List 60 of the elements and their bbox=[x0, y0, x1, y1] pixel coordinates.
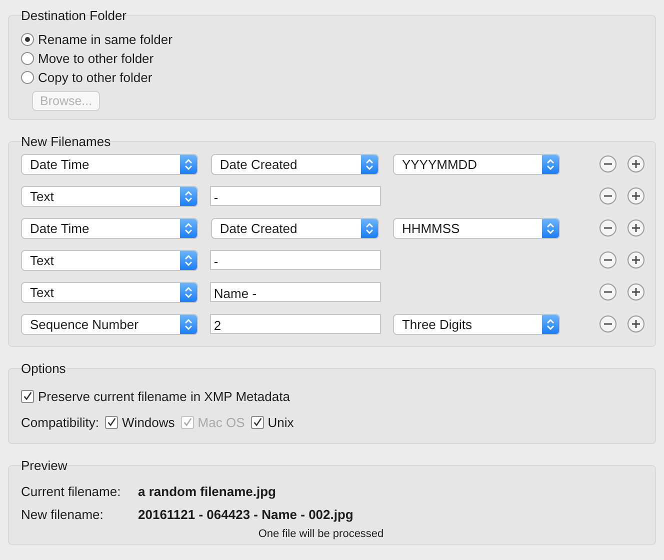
popup-menu[interactable]: Three Digits bbox=[392, 314, 560, 334]
chevron-icon bbox=[364, 222, 374, 234]
popup-menu[interactable]: Text bbox=[21, 186, 198, 206]
chevron-icon bbox=[184, 222, 193, 234]
remove-button[interactable] bbox=[599, 315, 617, 333]
group-title: New Filenames bbox=[20, 134, 112, 150]
checkbox-label[interactable]: Preserve current filename in XMP Metadata bbox=[38, 388, 290, 404]
popup-menu[interactable]: Text bbox=[21, 282, 198, 302]
add-button[interactable] bbox=[627, 187, 645, 205]
text-field[interactable]: 2 bbox=[210, 314, 381, 334]
popup-menu[interactable]: Date Created bbox=[210, 218, 379, 238]
text-field[interactable]: - bbox=[210, 186, 381, 206]
chevron-icon bbox=[184, 190, 193, 202]
popup-menu[interactable]: YYYYMMDD bbox=[392, 154, 560, 174]
chevron-icon bbox=[184, 318, 193, 330]
checkbox[interactable] bbox=[21, 390, 34, 402]
remove-button[interactable] bbox=[599, 283, 617, 301]
add-button[interactable] bbox=[627, 283, 645, 301]
popup-menu[interactable]: Sequence Number bbox=[21, 314, 198, 334]
add-button[interactable] bbox=[627, 251, 645, 269]
text-field[interactable]: - bbox=[210, 250, 381, 270]
filename-text: a random filename.jpg bbox=[138, 484, 276, 499]
compatibility-label: Compatibility: bbox=[21, 414, 100, 430]
popup-menu[interactable]: Date Time bbox=[21, 154, 198, 174]
field-label: New filename: bbox=[21, 507, 104, 522]
chevron-icon bbox=[546, 158, 555, 170]
text-field[interactable]: Name - bbox=[210, 282, 381, 302]
checkbox-label[interactable]: Windows bbox=[122, 414, 175, 430]
chevron-icon bbox=[364, 158, 374, 170]
radio-button[interactable] bbox=[21, 71, 34, 84]
remove-button[interactable] bbox=[599, 219, 617, 237]
chevron-icon bbox=[184, 286, 193, 298]
remove-button[interactable] bbox=[599, 187, 617, 205]
radio-label[interactable]: Copy to other folder bbox=[38, 70, 152, 85]
radio-button[interactable] bbox=[21, 33, 34, 46]
popup-menu[interactable]: Date Created bbox=[210, 154, 379, 174]
group-title: Options bbox=[20, 361, 67, 377]
checkbox[interactable] bbox=[105, 416, 118, 428]
group-title: Preview bbox=[20, 458, 68, 474]
add-button[interactable] bbox=[627, 315, 645, 333]
radio-label[interactable]: Rename in same folder bbox=[38, 32, 172, 47]
add-button[interactable] bbox=[627, 155, 645, 173]
checkbox[interactable] bbox=[250, 416, 264, 428]
filename-text: 20161121 - 064423 - Name - 002.jpg bbox=[138, 507, 354, 522]
popup-menu[interactable]: HHMMSS bbox=[392, 218, 560, 238]
radio-label[interactable]: Move to other folder bbox=[38, 51, 154, 66]
remove-button[interactable] bbox=[599, 155, 617, 173]
add-button[interactable] bbox=[627, 219, 645, 237]
chevron-icon bbox=[546, 222, 555, 234]
chevron-icon bbox=[184, 158, 193, 170]
field-label: Current filename: bbox=[21, 484, 122, 499]
group-title: Destination Folder bbox=[20, 8, 128, 24]
chevron-icon bbox=[546, 318, 555, 330]
popup-menu[interactable]: Text bbox=[21, 250, 198, 270]
remove-button[interactable] bbox=[599, 251, 617, 269]
checkbox-label[interactable]: Unix bbox=[268, 414, 294, 430]
status-text: One file will be processed bbox=[257, 527, 385, 542]
radio-button[interactable] bbox=[21, 52, 34, 65]
popup-menu[interactable]: Date Time bbox=[21, 218, 198, 238]
chevron-icon bbox=[184, 254, 193, 266]
